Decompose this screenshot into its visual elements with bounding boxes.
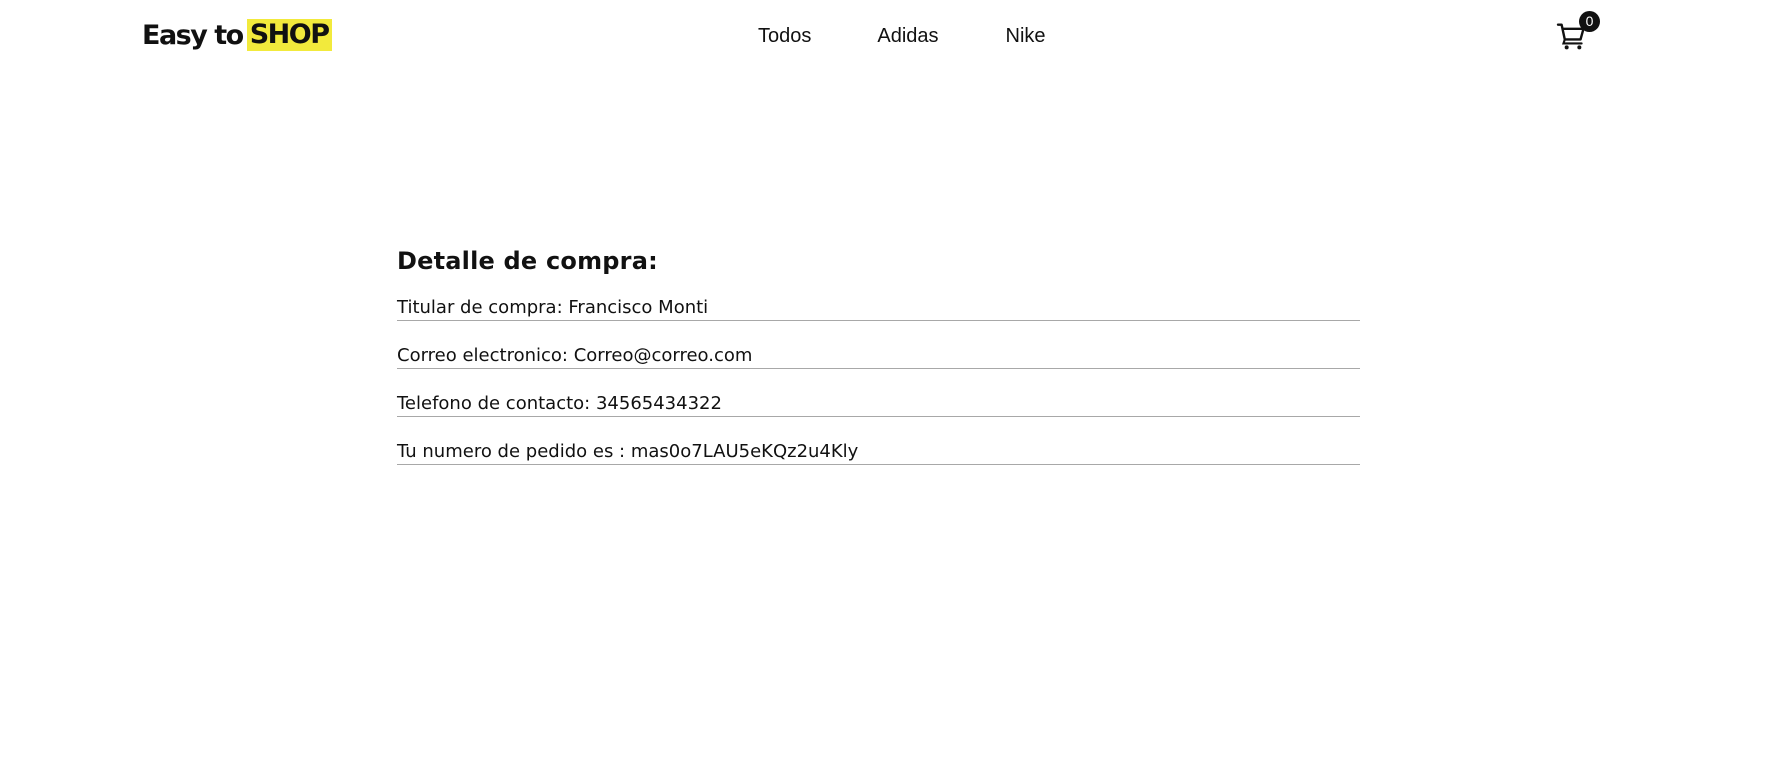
cart-count-badge: 0 bbox=[1579, 11, 1600, 32]
page-title: Detalle de compra: bbox=[397, 247, 658, 275]
phone-value: 34565434322 bbox=[595, 393, 722, 414]
detail-row-holder: Titular de compra: Francisco Monti bbox=[397, 297, 1360, 321]
row-label: Telefono de contacto: bbox=[397, 393, 596, 414]
email-value: Correo@correo.com bbox=[573, 345, 753, 366]
row-label: Correo electronico: bbox=[397, 345, 574, 366]
row-label: Titular de compra: bbox=[397, 297, 569, 318]
logo-highlight: SHOP bbox=[246, 19, 332, 51]
detail-row-order: Tu numero de pedido es : mas0o7LAU5eKQz2… bbox=[397, 441, 1360, 465]
nav-link-adidas[interactable]: Adidas bbox=[877, 22, 938, 50]
detail-row-email: Correo electronico: Correo@correo.com bbox=[397, 345, 1360, 369]
logo-text: Easy to bbox=[142, 19, 244, 51]
purchase-detail: Detalle de compra: Titular de compra: Fr… bbox=[397, 246, 1360, 489]
main-nav: Todos Adidas Nike bbox=[758, 22, 1046, 50]
cart-button[interactable]: 0 bbox=[1556, 11, 1600, 54]
nav-link-todos[interactable]: Todos bbox=[758, 22, 811, 50]
nav-link-nike[interactable]: Nike bbox=[1006, 22, 1046, 50]
page: Easy to SHOP Todos Adidas Nike 0 Detalle … bbox=[0, 0, 1782, 761]
logo-link[interactable]: Easy to SHOP bbox=[142, 17, 332, 53]
holder-name-value: Francisco Monti bbox=[568, 297, 709, 318]
row-label: Tu numero de pedido es : bbox=[397, 441, 631, 462]
order-number-value: mas0o7LAU5eKQz2u4Kly bbox=[630, 441, 859, 462]
header: Easy to SHOP Todos Adidas Nike 0 bbox=[0, 0, 1782, 72]
detail-row-phone: Telefono de contacto: 34565434322 bbox=[397, 393, 1360, 417]
